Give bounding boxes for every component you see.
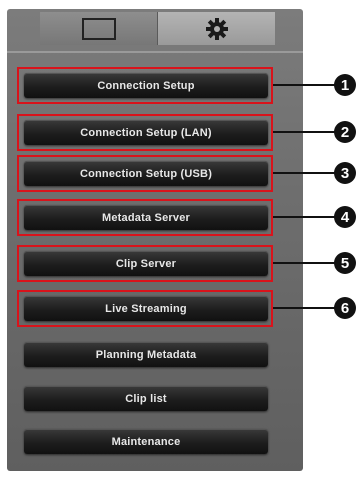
- clip-list-button[interactable]: Clip list: [24, 386, 268, 411]
- connection-setup-usb-button[interactable]: Connection Setup (USB): [24, 161, 268, 186]
- callout-marker-3: 3: [334, 162, 356, 184]
- callout-marker-6: 6: [334, 297, 356, 319]
- callout-marker-1: 1: [334, 74, 356, 96]
- callout-line: [273, 262, 335, 264]
- planning-metadata-button[interactable]: Planning Metadata: [24, 342, 268, 367]
- callout-line: [273, 84, 335, 86]
- tab-divider: [7, 51, 303, 53]
- callout-marker-4: 4: [334, 206, 356, 228]
- connection-setup-button[interactable]: Connection Setup: [24, 73, 268, 98]
- callout-line: [273, 216, 335, 218]
- tab-bar: [40, 12, 275, 45]
- tab-monitor[interactable]: [40, 12, 157, 45]
- callout-marker-2: 2: [334, 121, 356, 143]
- gear-icon: [205, 17, 228, 40]
- callout-line: [273, 307, 335, 309]
- maintenance-button[interactable]: Maintenance: [24, 429, 268, 454]
- tab-settings[interactable]: [157, 12, 275, 45]
- metadata-server-button[interactable]: Metadata Server: [24, 205, 268, 230]
- live-streaming-button[interactable]: Live Streaming: [24, 296, 268, 321]
- connection-setup-lan-button[interactable]: Connection Setup (LAN): [24, 120, 268, 145]
- callout-line: [273, 131, 335, 133]
- callout-marker-5: 5: [334, 252, 356, 274]
- clip-server-button[interactable]: Clip Server: [24, 251, 268, 276]
- callout-line: [273, 172, 335, 174]
- monitor-icon: [81, 17, 116, 40]
